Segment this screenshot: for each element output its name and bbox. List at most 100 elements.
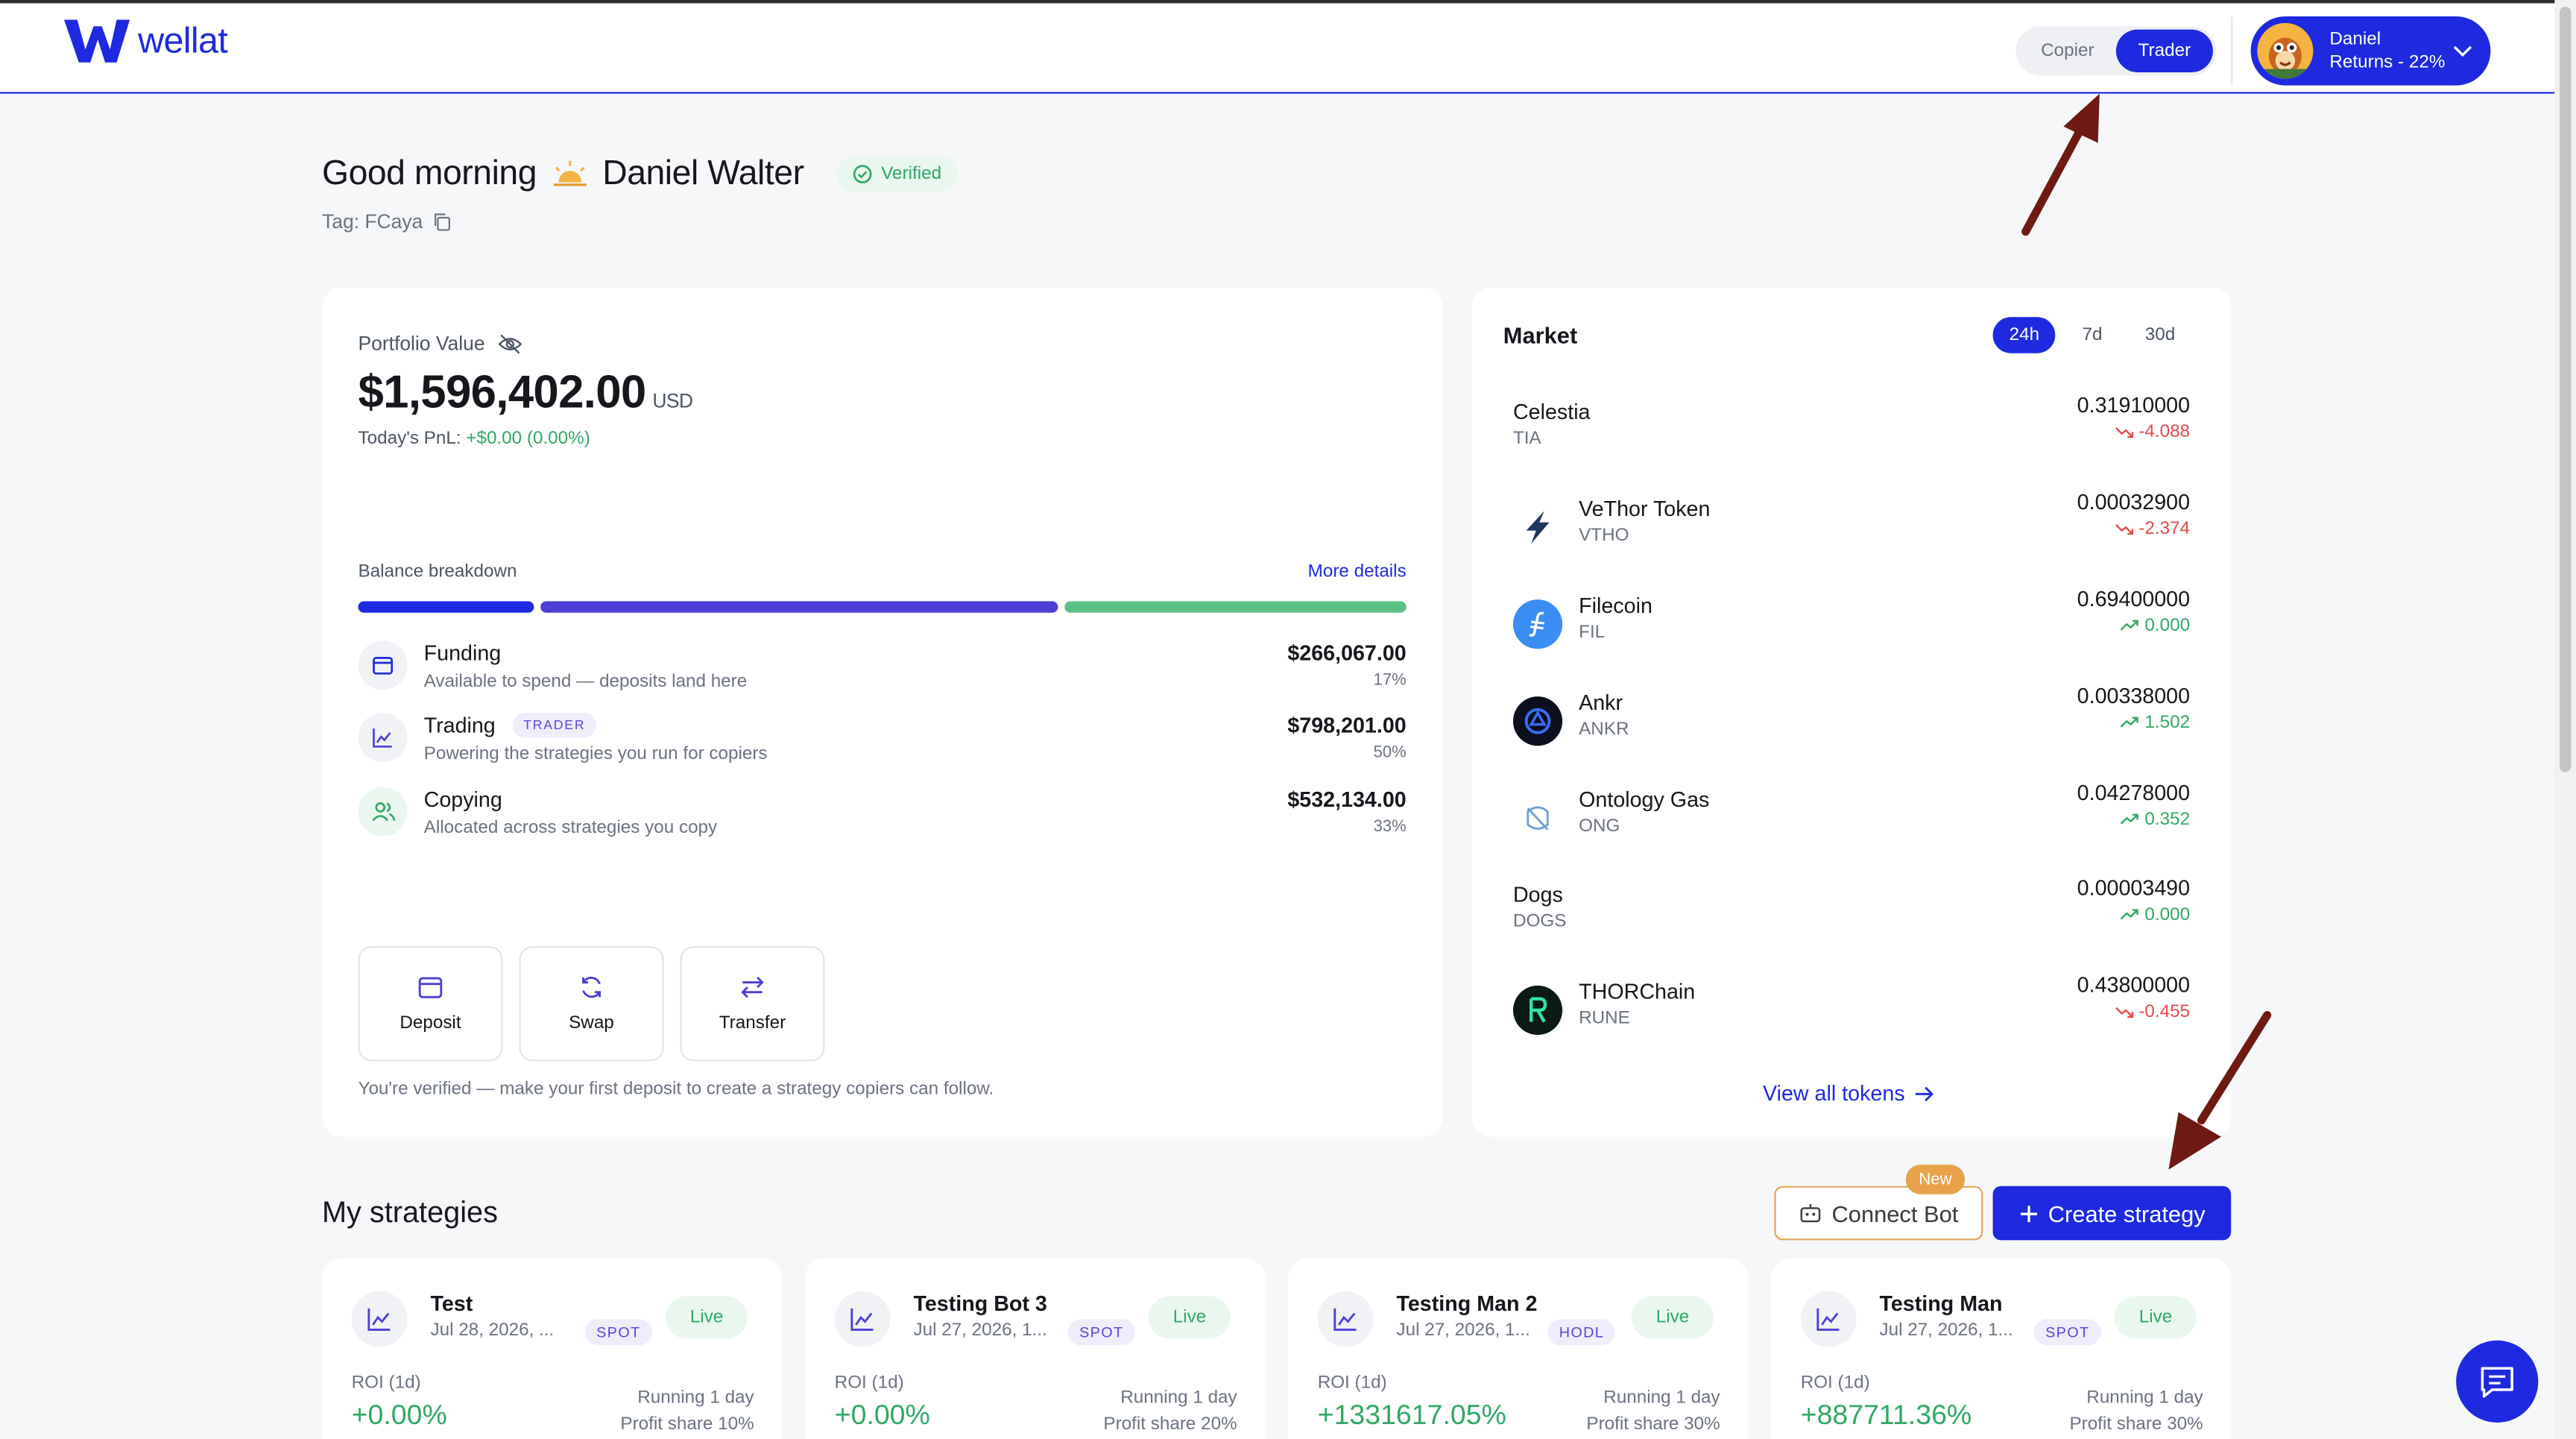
market-card: Market 24h 7d 30d Celestia TIA 0.3191000… xyxy=(1471,287,2232,1137)
token-change-value: -4.088 xyxy=(2138,422,2191,442)
token-row-dogs[interactable]: Dogs DOGS 0.00003490 0.000 xyxy=(1512,875,2190,948)
token-change-value: 0.000 xyxy=(2144,904,2191,925)
check-circle-icon xyxy=(853,165,873,183)
strategy-name: Test xyxy=(430,1291,473,1316)
balance-name: Funding xyxy=(424,640,502,665)
balance-row-funding: Funding Available to spend — deposits la… xyxy=(358,640,1407,706)
portfolio-label-text: Portfolio Value xyxy=(358,332,485,355)
profit-share: Profit share 30% xyxy=(2069,1414,2203,1435)
view-all-tokens-link[interactable]: View all tokens xyxy=(1763,1081,1935,1106)
user-name: Daniel xyxy=(2329,29,2381,50)
tab-24h[interactable]: 24h xyxy=(1992,317,2056,353)
strategy-date: Jul 27, 2026, 1... xyxy=(1396,1320,1530,1341)
token-row-ankr[interactable]: Ankr ANKR 0.00338000 1.502 xyxy=(1512,684,2191,755)
tab-7d[interactable]: 7d xyxy=(2065,317,2118,353)
plus-icon xyxy=(2020,1205,2037,1222)
greeting-prefix: Good morning xyxy=(322,154,537,192)
profit-share: Profit share 10% xyxy=(620,1414,754,1435)
pnl-label: Today's PnL: xyxy=(358,429,467,449)
token-change-value: 0.352 xyxy=(2144,810,2191,830)
strategies-title: My strategies xyxy=(322,1195,498,1229)
roi-label: ROI (1d) xyxy=(1800,1373,1870,1394)
balance-breakdown-label: Balance breakdown xyxy=(358,561,517,582)
token-price: 0.00032900 xyxy=(2077,489,2191,514)
tab-30d[interactable]: 30d xyxy=(2129,317,2192,353)
transfer-label: Transfer xyxy=(719,1013,786,1033)
users-icon xyxy=(358,787,408,837)
chevron-down-icon xyxy=(2453,45,2472,57)
running-duration: Running 1 day xyxy=(1120,1388,1237,1408)
role-trader-button[interactable]: Trader xyxy=(2115,29,2213,72)
create-strategy-button[interactable]: Create strategy xyxy=(1992,1185,2232,1241)
eye-off-icon[interactable] xyxy=(498,333,523,354)
balance-percent: 50% xyxy=(1373,744,1407,763)
user-info: Daniel Returns - 22% xyxy=(2329,28,2445,74)
status-badge: Live xyxy=(665,1296,748,1339)
balance-name-text: Funding xyxy=(423,640,502,666)
page-scrollbar[interactable] xyxy=(2554,0,2576,1439)
connect-bot-label: Connect Bot xyxy=(1831,1200,1959,1227)
token-name: THORChain xyxy=(1579,979,1696,1004)
running-duration: Running 1 day xyxy=(1603,1388,1720,1408)
strategy-type-badge: SPOT xyxy=(2033,1319,2101,1346)
token-row-vethor[interactable]: VeThor Token VTHO 0.00032900 -2.374 xyxy=(1513,490,2190,561)
deposit-label: Deposit xyxy=(400,1013,461,1033)
portfolio-currency: USD xyxy=(652,389,693,413)
token-row-filecoin[interactable]: Filecoin FIL 0.69400000 0.000 xyxy=(1512,587,2190,658)
token-symbol: FIL xyxy=(1579,623,1606,643)
token-change-value: -0.455 xyxy=(2138,1001,2191,1022)
wallet-icon xyxy=(418,977,443,998)
transfer-button[interactable]: Transfer xyxy=(680,946,825,1062)
token-row-celestia[interactable]: Celestia TIA 0.31910000 -4.088 xyxy=(1512,393,2191,465)
strategy-card[interactable]: Testing Man 2 Jul 27, 2026, 1... HODL Li… xyxy=(1288,1258,1749,1439)
token-change: 0.000 xyxy=(2120,905,2190,925)
strategy-type-badge: SPOT xyxy=(1067,1319,1135,1346)
token-row-thorchain[interactable]: THORChain RUNE 0.43800000 -0.455 xyxy=(1512,972,2191,1045)
strategy-card[interactable]: Test Jul 28, 2026, ... SPOT Live ROI (1d… xyxy=(322,1258,783,1439)
token-row-ontology-gas[interactable]: Ontology Gas ONG 0.04278000 0.352 xyxy=(1513,781,2191,852)
token-price: 0.00338000 xyxy=(2077,683,2191,708)
balance-name: Copying xyxy=(424,787,502,811)
brand-logo[interactable]: wellat xyxy=(63,16,228,66)
token-change: 0.000 xyxy=(2120,616,2190,636)
token-symbol: TIA xyxy=(1512,429,1541,449)
roi-label: ROI (1d) xyxy=(351,1373,421,1394)
balance-amount: $798,201.00 xyxy=(1287,713,1407,738)
token-name: Dogs xyxy=(1512,882,1563,907)
token-name: Celestia xyxy=(1512,399,1591,424)
wellat-logo-icon xyxy=(63,19,130,63)
token-change-value: 1.502 xyxy=(2144,713,2191,733)
balance-name-text: Copying xyxy=(423,787,502,812)
swap-button[interactable]: Swap xyxy=(519,946,664,1062)
token-price: 0.31910000 xyxy=(2077,392,2191,418)
chart-line-icon xyxy=(834,1291,891,1347)
trend-up-icon xyxy=(2121,813,2139,825)
portfolio-value: $1,596,402.00 USD xyxy=(358,366,692,419)
verified-badge: Verified xyxy=(836,156,959,192)
balance-description: Allocated across strategies you copy xyxy=(423,818,718,838)
greeting-row: Good morning Daniel Walter Verified xyxy=(322,154,959,194)
token-price: 0.04278000 xyxy=(2077,780,2191,805)
strategy-card[interactable]: Testing Bot 3 Jul 27, 2026, 1... SPOT Li… xyxy=(805,1258,1266,1439)
user-menu-button[interactable]: Daniel Returns - 22% xyxy=(2250,16,2491,86)
chart-line-icon xyxy=(358,713,408,763)
portfolio-amount: $1,596,402.00 xyxy=(358,366,646,418)
more-details-link[interactable]: More details xyxy=(1308,561,1407,581)
strategy-card[interactable]: Testing Man Jul 27, 2026, 1... SPOT Live… xyxy=(1771,1258,2232,1439)
roi-value: +887711.36% xyxy=(1800,1399,1972,1431)
roi-value: +1331617.05% xyxy=(1317,1399,1506,1431)
strategy-date: Jul 27, 2026, 1... xyxy=(913,1320,1047,1341)
trend-up-icon xyxy=(2121,717,2139,728)
copy-icon[interactable] xyxy=(432,212,452,231)
strategy-name: Testing Bot 3 xyxy=(913,1291,1047,1316)
support-chat-button[interactable] xyxy=(2456,1340,2539,1423)
app-stage: wellat Copier Trader Daniel Returns - 22… xyxy=(0,0,2576,1439)
running-duration: Running 1 day xyxy=(637,1388,754,1408)
profit-share: Profit share 30% xyxy=(1586,1414,1720,1435)
strategy-date: Jul 27, 2026, 1... xyxy=(1879,1320,2013,1341)
deposit-button[interactable]: Deposit xyxy=(358,946,503,1062)
role-copier-button[interactable]: Copier xyxy=(2019,30,2116,72)
token-change: 0.352 xyxy=(2120,810,2191,830)
token-change: 1.502 xyxy=(2120,713,2191,733)
scrollbar-thumb[interactable] xyxy=(2559,6,2572,772)
